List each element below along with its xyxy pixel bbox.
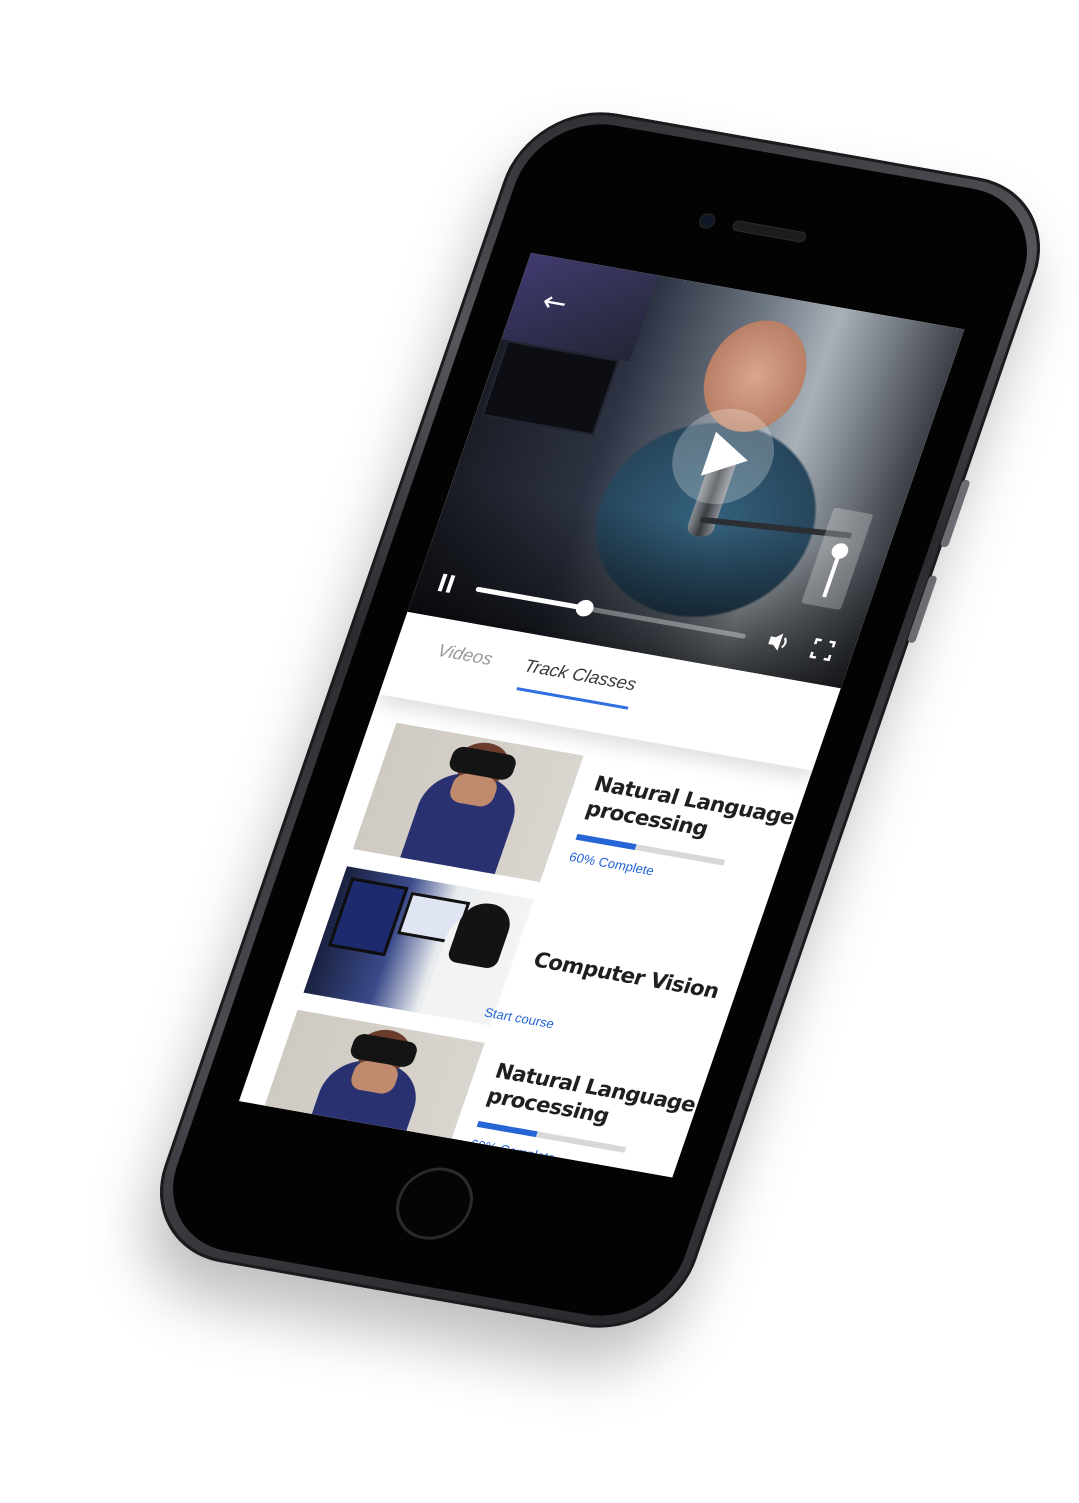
tab-videos[interactable]: Videos	[435, 640, 495, 670]
phone-device: ← Videos Track Classes Natural Language …	[136, 98, 1064, 1342]
play-button[interactable]	[658, 400, 788, 512]
phone-body: ← Videos Track Classes Natural Language …	[136, 98, 1064, 1342]
mockup-stage: ← Videos Track Classes Natural Language …	[0, 0, 1079, 1503]
home-button[interactable]	[385, 1161, 484, 1246]
progress-fill	[476, 1121, 538, 1138]
course-title-line: Computer Vision	[530, 947, 723, 1004]
course-info: Natural Language processing 60% Complete	[559, 753, 812, 923]
progress-label: 60% Complete	[567, 849, 657, 879]
seek-progress	[475, 586, 585, 611]
volume-thumb[interactable]	[829, 542, 851, 561]
course-title: Computer Vision	[530, 947, 745, 1008]
front-camera-icon	[696, 211, 718, 231]
progress-label: 60% Complete	[468, 1136, 558, 1166]
video-player[interactable]: ←	[407, 252, 965, 689]
progress-fill	[575, 833, 637, 850]
course-thumbnail	[352, 722, 584, 883]
app-screen: ← Videos Track Classes Natural Language …	[238, 252, 965, 1178]
phone-face: ← Videos Track Classes Natural Language …	[152, 112, 1048, 1328]
tab-track-classes[interactable]: Track Classes	[516, 655, 640, 710]
seek-thumb[interactable]	[573, 598, 596, 618]
play-icon	[700, 431, 748, 476]
earpiece-speaker	[731, 219, 808, 244]
thumbnail-monitor	[327, 877, 409, 957]
speaker-icon[interactable]	[761, 626, 798, 658]
start-course-link[interactable]: Start course	[482, 1005, 556, 1032]
course-list: Natural Language processing 60% Complete	[239, 712, 806, 1177]
course-thumbnail	[254, 1009, 485, 1170]
course-thumbnail	[303, 866, 535, 1026]
